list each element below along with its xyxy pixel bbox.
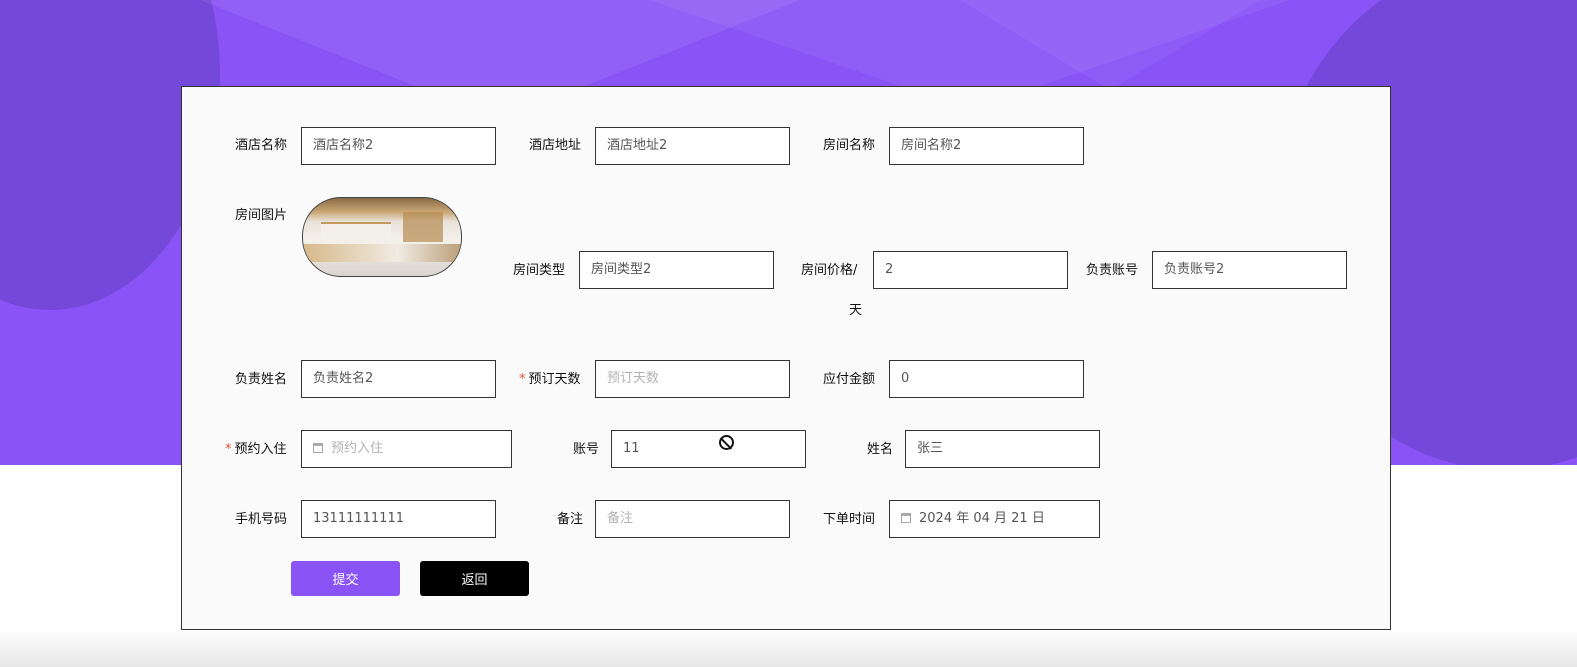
account-field[interactable]: 11 [611, 430, 806, 468]
checkin-placeholder: 预约入住 [331, 441, 384, 456]
amount-due-label: 应付金额 [823, 372, 876, 387]
phone-label: 手机号码 [235, 512, 288, 527]
submit-button[interactable]: 提交 [291, 561, 400, 596]
room-name-field[interactable]: 房间名称2 [889, 127, 1084, 165]
checkin-label: * 预约入住 [225, 441, 287, 459]
hotel-address-label: 酒店地址 [529, 138, 582, 153]
required-mark: * [519, 372, 526, 387]
back-button[interactable]: 返回 [420, 561, 529, 596]
hotel-name-label: 酒店名称 [235, 138, 288, 153]
calendar-icon [901, 512, 911, 523]
remark-input[interactable]: 备注 [595, 500, 790, 538]
owner-account-field[interactable]: 负责账号2 [1152, 251, 1347, 289]
not-allowed-cursor-icon [719, 435, 734, 450]
room-image-label: 房间图片 [235, 208, 288, 223]
order-time-label: 下单时间 [823, 512, 876, 527]
remark-label: 备注 [557, 512, 584, 527]
room-type-label: 房间类型 [513, 263, 566, 278]
checkin-date-picker[interactable]: 预约入住 [301, 430, 512, 468]
room-image-shelf [403, 212, 443, 242]
booking-days-label: * 预订天数 [519, 371, 581, 389]
account-label: 账号 [573, 442, 600, 457]
room-name-label: 房间名称 [823, 138, 876, 153]
owner-name-label: 负责姓名 [235, 372, 288, 387]
amount-due-field[interactable]: 0 [889, 360, 1084, 398]
hotel-name-field[interactable]: 酒店名称2 [301, 127, 496, 165]
booking-form: 酒店名称 酒店名称2 酒店地址 酒店地址2 房间名称 房间名称2 房间图片 房间… [181, 86, 1391, 630]
room-type-field[interactable]: 房间类型2 [579, 251, 774, 289]
order-time-field[interactable]: 2024 年 04 月 21 日 [889, 500, 1100, 538]
room-image[interactable] [302, 197, 462, 277]
calendar-icon [313, 442, 323, 453]
required-mark: * [225, 442, 232, 457]
room-price-label-unit: 天 [849, 303, 863, 318]
booking-days-label-text: 预订天数 [528, 372, 581, 387]
owner-name-field[interactable]: 负责姓名2 [301, 360, 496, 398]
order-time-value: 2024 年 04 月 21 日 [919, 511, 1045, 526]
owner-account-label: 负责账号 [1086, 263, 1139, 278]
bottom-shadow [0, 630, 1577, 667]
room-image-counter [303, 244, 461, 262]
decor-triangle [960, 0, 1260, 90]
phone-field[interactable]: 13111111111 [301, 500, 496, 538]
room-price-label: 房间价格/ [801, 263, 858, 278]
checkin-label-text: 预约入住 [234, 442, 287, 457]
name-field[interactable]: 张三 [905, 430, 1100, 468]
hotel-address-field[interactable]: 酒店地址2 [595, 127, 790, 165]
name-label: 姓名 [867, 442, 894, 457]
room-price-field[interactable]: 2 [873, 251, 1068, 289]
booking-days-input[interactable]: 预订天数 [595, 360, 790, 398]
